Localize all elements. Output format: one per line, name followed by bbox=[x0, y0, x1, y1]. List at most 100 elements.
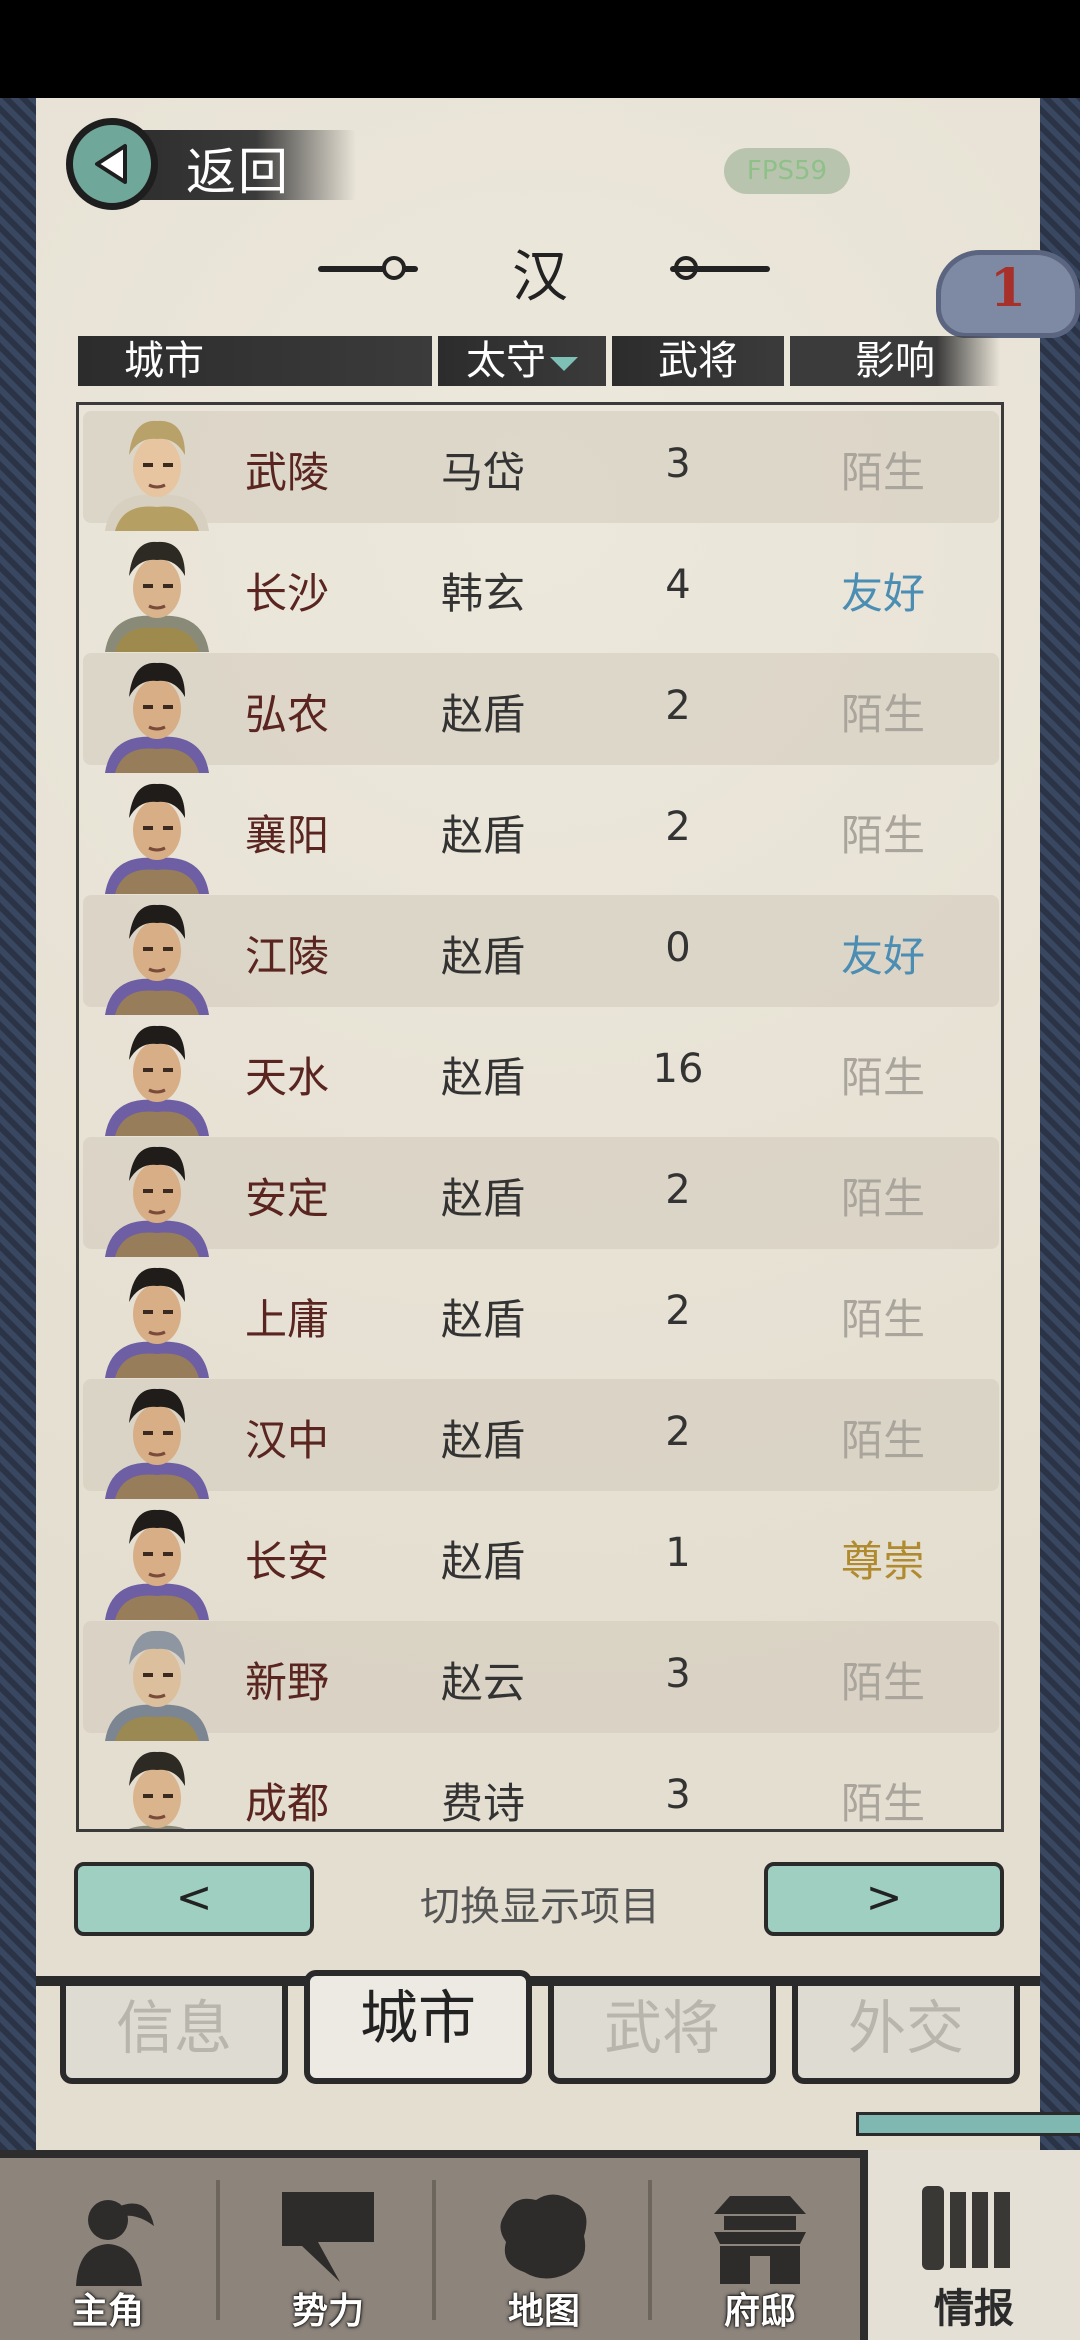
table-row[interactable]: 天水 赵盾 16 陌生 bbox=[83, 1016, 999, 1136]
column-governor[interactable]: 太守 bbox=[438, 336, 606, 386]
row-governor: 赵盾 bbox=[440, 1537, 525, 1586]
portrait-avatar bbox=[105, 662, 209, 773]
table-row[interactable]: 成都 费诗 3 陌生 bbox=[83, 1742, 999, 1829]
notification-badge[interactable]: 1 bbox=[936, 250, 1080, 338]
table-row[interactable]: 长沙 韩玄 4 友好 bbox=[83, 532, 999, 652]
portrait-avatar bbox=[105, 1025, 209, 1136]
row-governor: 赵盾 bbox=[440, 690, 525, 739]
row-influence: 陌生 bbox=[840, 1295, 925, 1344]
table-row[interactable]: 武陵 马岱 3 陌生 bbox=[83, 411, 999, 531]
hero-icon bbox=[76, 2200, 154, 2286]
tabs-divider bbox=[36, 1976, 1040, 1986]
row-city: 安定 bbox=[245, 1174, 330, 1223]
table-row[interactable]: 汉中 赵盾 2 陌生 bbox=[83, 1379, 999, 1499]
portrait-avatar bbox=[105, 1630, 209, 1741]
table-row[interactable]: 弘农 赵盾 2 陌生 bbox=[83, 653, 999, 773]
row-governor: 赵盾 bbox=[440, 1416, 525, 1465]
row-governor: 赵盾 bbox=[440, 1295, 525, 1344]
back-arrow-icon bbox=[66, 118, 158, 210]
table-row[interactable]: 襄阳 赵盾 2 陌生 bbox=[83, 774, 999, 894]
nav-map-label: 地图 bbox=[507, 2290, 580, 2332]
portrait-avatar bbox=[105, 1509, 209, 1620]
back-button[interactable]: 返回 bbox=[66, 118, 356, 210]
fps-counter: FPS59 bbox=[724, 148, 850, 194]
row-city: 天水 bbox=[245, 1053, 330, 1102]
row-governor: 赵盾 bbox=[440, 1053, 525, 1102]
scroll-icon bbox=[922, 2186, 1010, 2270]
nav-mansion[interactable]: 府邸 bbox=[652, 2158, 868, 2340]
row-city: 长沙 bbox=[245, 569, 330, 618]
row-generals: 3 bbox=[665, 1772, 691, 1818]
nav-map[interactable]: 地图 bbox=[436, 2158, 652, 2340]
right-border bbox=[1040, 98, 1080, 2158]
back-label: 返回 bbox=[186, 143, 290, 201]
portrait-avatar bbox=[105, 1267, 209, 1378]
row-governor: 赵盾 bbox=[440, 811, 525, 860]
next-button[interactable]: > bbox=[764, 1862, 1004, 1936]
row-influence: 尊崇 bbox=[840, 1537, 925, 1586]
bottom-nav: 主角 势力 地图 府邸 情报 bbox=[0, 2150, 1080, 2340]
tab-diplomacy[interactable]: 外交 bbox=[792, 1986, 1020, 2084]
row-influence: 陌生 bbox=[840, 1053, 925, 1102]
row-generals: 2 bbox=[665, 1409, 691, 1455]
row-city: 弘农 bbox=[245, 690, 330, 739]
nav-faction[interactable]: 势力 bbox=[220, 2158, 436, 2340]
table-row[interactable]: 上庸 赵盾 2 陌生 bbox=[83, 1258, 999, 1378]
notification-count: 1 bbox=[989, 258, 1027, 319]
title-ornament-right bbox=[670, 266, 770, 272]
row-city: 武陵 bbox=[245, 448, 330, 497]
row-governor: 韩玄 bbox=[440, 569, 525, 618]
table-row[interactable]: 新野 赵云 3 陌生 bbox=[83, 1621, 999, 1741]
prev-button[interactable]: < bbox=[74, 1862, 314, 1936]
portrait-avatar bbox=[105, 1388, 209, 1499]
row-governor: 赵盾 bbox=[440, 932, 525, 981]
map-icon bbox=[500, 2194, 587, 2279]
left-border bbox=[0, 98, 36, 2158]
tab-city[interactable]: 城市 bbox=[304, 1970, 532, 2084]
portrait-avatar bbox=[105, 783, 209, 894]
table-row[interactable]: 长安 赵盾 1 尊崇 bbox=[83, 1500, 999, 1620]
portrait-avatar bbox=[105, 1146, 209, 1257]
row-governor: 费诗 bbox=[440, 1779, 525, 1828]
portrait-avatar bbox=[105, 420, 209, 531]
table-row[interactable]: 安定 赵盾 2 陌生 bbox=[83, 1137, 999, 1257]
row-influence: 陌生 bbox=[840, 811, 925, 860]
row-city: 襄阳 bbox=[245, 811, 330, 860]
table-row[interactable]: 江陵 赵盾 0 友好 bbox=[83, 895, 999, 1015]
row-governor: 赵云 bbox=[440, 1658, 525, 1707]
switch-label: 切换显示项目 bbox=[420, 1884, 660, 1930]
row-influence: 友好 bbox=[840, 569, 925, 618]
tab-info[interactable]: 信息 bbox=[60, 1986, 288, 2084]
row-generals: 2 bbox=[665, 683, 691, 729]
row-city: 汉中 bbox=[245, 1416, 330, 1465]
city-list[interactable]: 武陵 马岱 3 陌生 长沙 韩玄 4 友好 弘农 赵盾 2 陌生 襄阳 赵盾 2 陌生 江陵 赵盾 0 友好 天水 赵盾 1… bbox=[76, 402, 1004, 1832]
row-generals: 3 bbox=[665, 441, 691, 487]
row-governor: 马岱 bbox=[440, 448, 525, 497]
row-influence: 陌生 bbox=[840, 1658, 925, 1707]
row-influence: 友好 bbox=[840, 932, 925, 981]
nav-intel-label: 情报 bbox=[934, 2285, 1014, 2332]
row-influence: 陌生 bbox=[840, 448, 925, 497]
row-generals: 2 bbox=[665, 1167, 691, 1213]
row-generals: 2 bbox=[665, 804, 691, 850]
nav-hero-label: 主角 bbox=[71, 2290, 144, 2332]
nav-hero[interactable]: 主角 bbox=[0, 2158, 216, 2340]
table-header: 城市 太守 武将 影响 bbox=[78, 336, 1000, 386]
portrait-avatar bbox=[128, 1751, 186, 1829]
scroll-tab-band bbox=[856, 2112, 1080, 2136]
row-city: 江陵 bbox=[245, 932, 330, 981]
row-city: 上庸 bbox=[245, 1295, 330, 1344]
row-influence: 陌生 bbox=[840, 1779, 925, 1828]
mansion-icon bbox=[714, 2196, 806, 2284]
portrait-avatar bbox=[105, 541, 209, 652]
column-influence[interactable]: 影响 bbox=[790, 336, 1000, 386]
row-generals: 4 bbox=[665, 562, 691, 608]
row-generals: 1 bbox=[665, 1530, 691, 1576]
column-generals[interactable]: 武将 bbox=[612, 336, 784, 386]
nav-intel[interactable]: 情报 bbox=[860, 2150, 1080, 2340]
tab-generals[interactable]: 武将 bbox=[548, 1986, 776, 2084]
flag-icon bbox=[282, 2192, 374, 2282]
row-influence: 陌生 bbox=[840, 1416, 925, 1465]
column-city[interactable]: 城市 bbox=[78, 336, 432, 386]
row-influence: 陌生 bbox=[840, 1174, 925, 1223]
